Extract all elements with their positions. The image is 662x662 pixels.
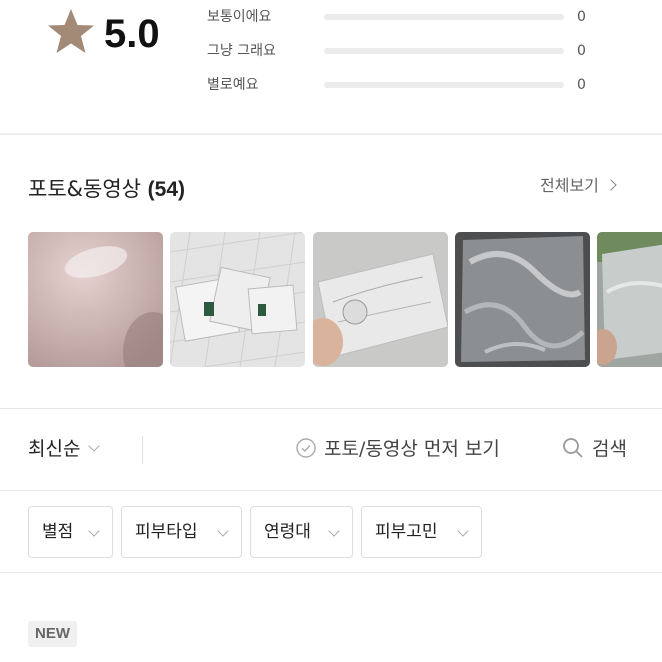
filter-chip-skin-concern[interactable]: 피부고민	[361, 506, 482, 558]
check-circle-icon	[296, 437, 316, 458]
photo-thumbnail[interactable]	[597, 232, 662, 367]
rating-summary: 5.0 보통이에요 0 그냥 그래요 0 별로예요 0	[0, 0, 662, 134]
rating-row-count: 0	[577, 77, 586, 93]
photo-thumbnail[interactable]	[170, 232, 305, 367]
filter-chip-skin-type[interactable]: 피부타입	[121, 506, 242, 558]
rating-row-count: 0	[577, 9, 586, 25]
sort-dropdown[interactable]: 최신순	[28, 435, 101, 463]
rating-row-bar	[324, 82, 564, 88]
photo-first-toggle[interactable]: 포토/동영상 먼저 보기	[296, 435, 500, 463]
rating-row-label: 그냥 그래요	[207, 43, 276, 59]
filter-chip-rating[interactable]: 별점	[28, 506, 113, 558]
sort-label: 최신순	[28, 438, 81, 460]
new-badge: NEW	[28, 621, 77, 647]
chevron-down-icon	[88, 439, 101, 452]
photo-thumbnail[interactable]	[455, 232, 590, 367]
rating-row-count: 0	[577, 43, 586, 59]
average-score: 5.0	[104, 12, 160, 56]
photo-thumbnail[interactable]	[28, 232, 163, 367]
photo-count: (54)	[147, 178, 186, 201]
star-icon	[48, 9, 94, 53]
filter-chip-label: 연령대	[264, 522, 311, 542]
rating-row: 별로예요 0	[207, 75, 607, 95]
view-all-label: 전체보기	[540, 176, 599, 195]
rating-row-label: 보통이에요	[207, 9, 272, 25]
toolbar-separator	[142, 436, 143, 464]
filter-chip-label: 피부타입	[135, 522, 198, 542]
view-all-link[interactable]: 전체보기	[540, 174, 617, 198]
photo-section-label: 포토&동영상	[28, 177, 141, 201]
chevron-down-icon	[217, 525, 229, 537]
section-divider	[0, 408, 662, 409]
rating-row: 그냥 그래요 0	[207, 41, 607, 61]
section-divider	[0, 133, 662, 135]
rating-row: 보통이에요 0	[207, 7, 607, 27]
chevron-down-icon	[457, 525, 469, 537]
chevron-down-icon	[328, 525, 340, 537]
rating-row-bar	[324, 48, 564, 54]
section-divider	[0, 572, 662, 573]
filter-chip-label: 별점	[42, 522, 74, 542]
rating-row-label: 별로예요	[207, 77, 259, 93]
photo-section-title: 포토&동영상 (54)	[28, 174, 185, 205]
filter-chip-age[interactable]: 연령대	[250, 506, 353, 558]
section-divider	[0, 490, 662, 491]
search-button[interactable]: 검색	[562, 435, 627, 463]
rating-row-bar	[324, 14, 564, 20]
photo-thumbnail[interactable]	[313, 232, 448, 367]
search-icon	[563, 437, 583, 458]
photo-first-label: 포토/동영상 먼저 보기	[324, 438, 500, 460]
filter-chip-label: 피부고민	[375, 522, 438, 542]
search-label: 검색	[592, 438, 627, 460]
chevron-down-icon	[88, 525, 100, 537]
chevron-right-icon	[605, 178, 617, 191]
